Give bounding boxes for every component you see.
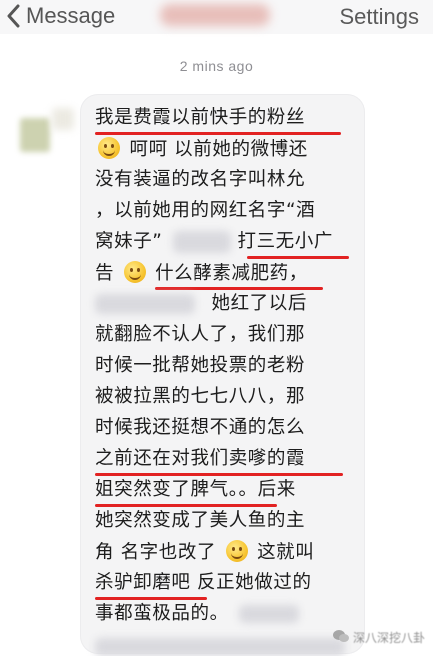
message-line-text: 角 名字也改了 [95, 542, 217, 563]
smile-emoji-icon [123, 261, 146, 283]
sender-avatar[interactable] [20, 118, 50, 152]
message-line-text: 这就叫 [257, 542, 315, 563]
avatar-blur-patch [52, 108, 74, 130]
message-line: 她红了以后 [95, 292, 307, 316]
message-line: 时候我还挺想不通的怎么 [95, 416, 305, 440]
red-underline [95, 504, 277, 507]
message-line-text: 之前还在对我们卖嗲的霞 [95, 448, 306, 469]
message-line: 我是费霞以前快手的粉丝 [95, 106, 305, 130]
message-line: ，以前她用的网红名字“酒 [95, 199, 315, 223]
smile-emoji-icon [98, 137, 120, 159]
message-line-text: 打三无小广 [237, 231, 333, 252]
message-line: 姐突然变了脾气。。后来 [95, 478, 296, 502]
message-line-text: 姐突然变了脾气。。后来 [95, 479, 296, 500]
message-line: 就翻脸不认人了，我们那 [95, 323, 305, 347]
message-line: 她突然变成了美人鱼的主 [95, 509, 305, 533]
watermark-text: 深八深挖八卦 [352, 631, 425, 645]
navigation-bar: Message Settings [0, 0, 433, 34]
message-line-text: 她突然变成了美人鱼的主 [95, 510, 306, 531]
message-line: 窝妹子” 打三无小广 [95, 230, 333, 254]
red-underline [95, 597, 207, 600]
contact-name-blurred [160, 4, 270, 26]
message-line-text: 她红了以后 [211, 293, 307, 314]
red-underline [155, 287, 323, 290]
message-line-text: 就翻脸不认人了，我们那 [95, 324, 306, 345]
message-line-text: 被被拉黑的七七八八，那 [95, 386, 306, 407]
smile-emoji-icon [225, 540, 248, 562]
message-line: 事都蛮极品的。 [95, 602, 300, 626]
message-line: 之前还在对我们卖嗲的霞 [95, 447, 305, 471]
redacted-blur [95, 636, 345, 656]
message-line-text: 时候一批帮她投票的老粉 [95, 355, 306, 376]
message-line-text: 我是费霞以前快手的粉丝 [95, 107, 306, 128]
chevron-left-icon [6, 4, 20, 28]
message-line-text: 事都蛮极品的。 [95, 603, 229, 624]
message-line-text: 窝妹子” [95, 231, 163, 252]
message-line-text: 时候我还挺想不通的怎么 [95, 417, 306, 438]
redacted-blur [239, 605, 300, 623]
message-line: 呵呵 以前她的微博还 [95, 137, 308, 162]
message-line: 杀驴卸磨吧 反正她做过的 [95, 571, 312, 595]
redacted-blur [95, 294, 195, 314]
message-line: 角 名字也改了 这就叫 [95, 540, 314, 565]
red-underline [95, 132, 341, 135]
message-timestamp: 2 mins ago [179, 58, 254, 74]
redacted-blur [172, 231, 231, 253]
message-line-text: 呵呵 以前她的微博还 [129, 139, 308, 160]
watermark: 深八深挖八卦 [332, 629, 425, 646]
wechat-logo-icon [332, 629, 353, 646]
back-button-label: Message [26, 3, 116, 28]
red-underline [247, 256, 349, 259]
back-button[interactable]: Message [6, 2, 115, 30]
message-line: 被被拉黑的七七八八，那 [95, 385, 305, 409]
message-line-text: 杀驴卸磨吧 反正她做过的 [95, 572, 312, 593]
settings-button[interactable]: Settings [340, 3, 420, 31]
message-line-text: ，以前她用的网红名字“酒 [95, 200, 316, 221]
message-line: 告 什么酵素减肥药， [95, 261, 308, 286]
message-line-text: 什么酵素减肥药， [155, 263, 308, 284]
message-line-text: 没有装逼的改名字叫林允 [95, 169, 306, 190]
message-line-text: 告 [95, 263, 115, 284]
message-line: 没有装逼的改名字叫林允 [95, 168, 305, 192]
message-line: 时候一批帮她投票的老粉 [95, 354, 305, 378]
red-underline [95, 473, 343, 476]
